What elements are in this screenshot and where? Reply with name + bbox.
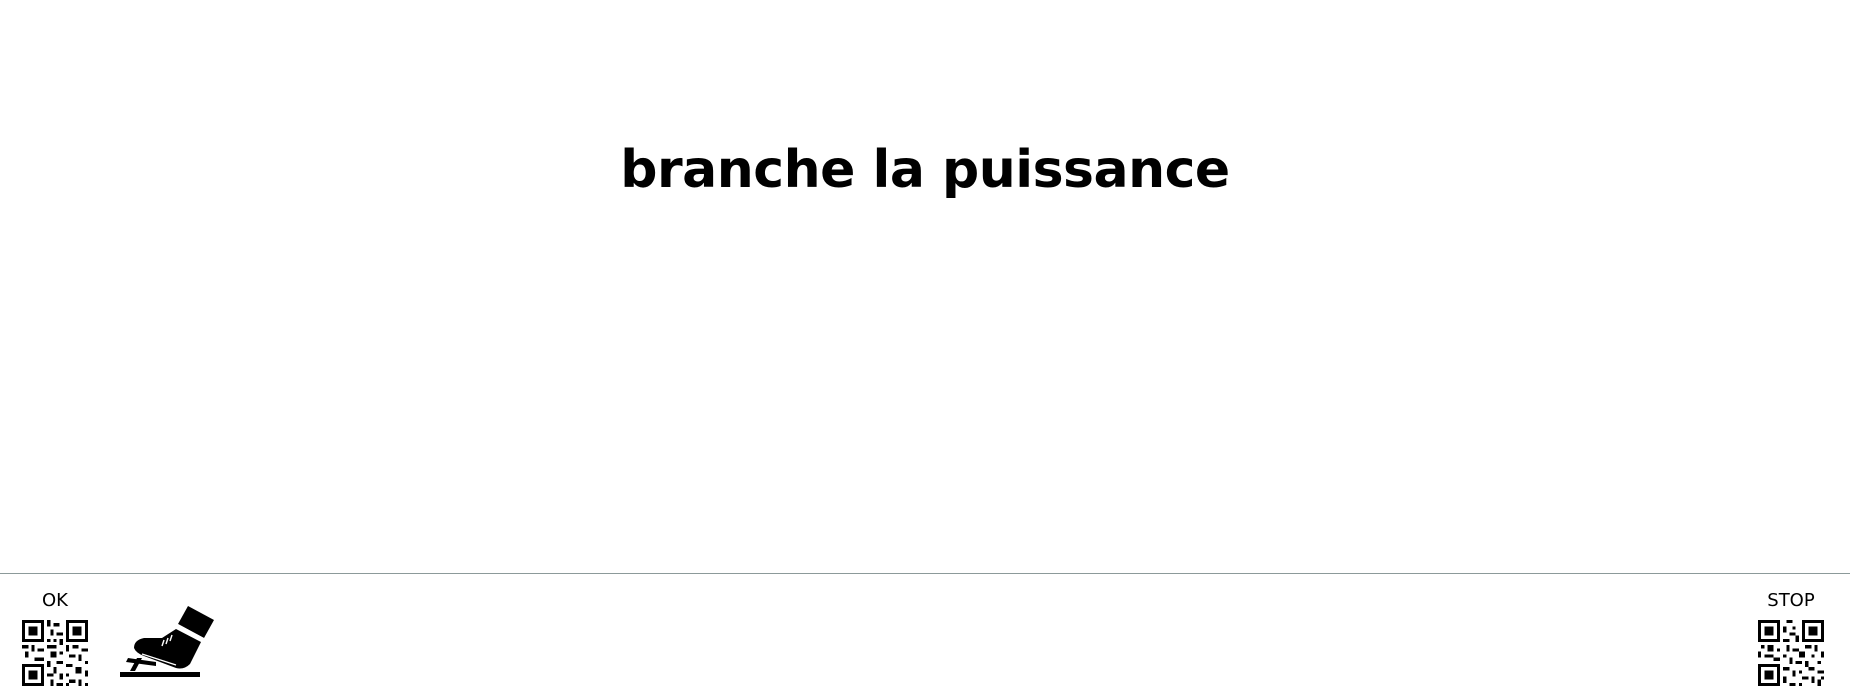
ok-action[interactable]: OK [22,590,88,686]
page-title: branche la puissance [620,140,1230,200]
stop-qr-code-icon[interactable] [1758,620,1824,686]
foot-pedal-icon [120,606,214,677]
ok-qr-code-icon[interactable] [22,620,88,686]
stop-action[interactable]: STOP [1758,590,1824,686]
stop-label: STOP [1767,590,1815,611]
ok-label: OK [42,590,68,611]
footer-divider [0,573,1850,574]
